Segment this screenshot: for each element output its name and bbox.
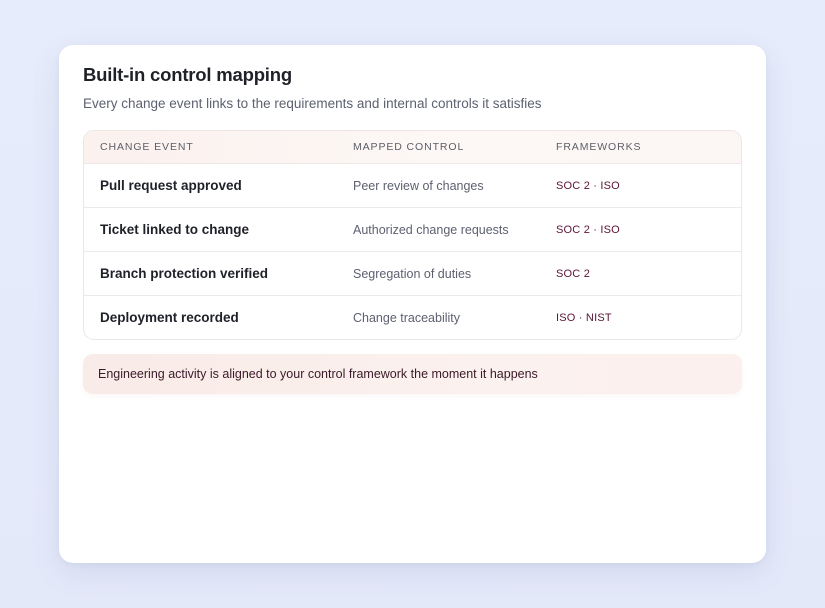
frameworks-cell: ISO · NIST [556,311,612,324]
frameworks-cell: SOC 2 [540,251,741,296]
control-mapping-card: Built-in control mapping Every change ev… [59,45,766,563]
change-event-cell: Pull request approved [84,163,337,208]
mapped-control-cell: Change traceability [353,310,461,325]
control-mapping-table: CHANGE EVENT MAPPED CONTROL FRAMEWORKS P… [83,130,742,340]
table-row: Branch protection verified Segregation o… [84,251,741,296]
card-title: Built-in control mapping [83,64,292,85]
mapped-control-cell: Segregation of duties [337,251,540,296]
change-event-cell: Branch protection verified [84,251,337,296]
frameworks-cell: SOC 2 · ISO [540,163,741,208]
table-row: Pull request approved Peer review of cha… [84,163,741,208]
mapped-control-cell: Peer review of changes [337,163,540,208]
column-header-change-event: CHANGE EVENT [84,131,337,164]
mapped-control-cell: Authorized change requests [337,207,540,252]
table-header-row: CHANGE EVENT MAPPED CONTROL FRAMEWORKS [84,131,741,164]
alignment-note-banner: Engineering activity is aligned to your … [83,354,742,394]
table-row: Deployment recorded Change traceability … [84,296,741,340]
frameworks-cell: SOC 2 · ISO [540,207,741,252]
table-row: Ticket linked to change Authorized chang… [84,207,741,252]
card-subtitle: Every change event links to the requirem… [83,96,542,111]
change-event-cell: Deployment recorded [100,310,239,325]
alignment-note-text: Engineering activity is aligned to your … [98,367,538,381]
change-event-cell: Ticket linked to change [84,207,337,252]
column-header-frameworks: FRAMEWORKS [540,131,741,164]
column-header-mapped-control: MAPPED CONTROL [337,131,540,164]
